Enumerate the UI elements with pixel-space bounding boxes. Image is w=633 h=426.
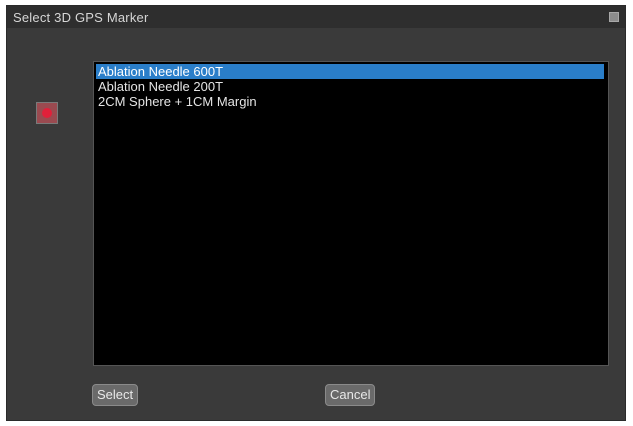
marker-icon <box>36 102 58 124</box>
marker-listbox[interactable]: Ablation Needle 600T Ablation Needle 200… <box>93 61 609 366</box>
title-bar: Select 3D GPS Marker <box>7 6 625 28</box>
cancel-button[interactable]: Cancel <box>325 384 376 406</box>
dialog-title: Select 3D GPS Marker <box>13 10 149 25</box>
close-icon[interactable] <box>609 12 619 22</box>
list-item-ablation-needle-200t[interactable]: Ablation Needle 200T <box>96 79 223 94</box>
select-marker-dialog: Select 3D GPS Marker Ablation Needle 600… <box>6 5 626 421</box>
list-item-2cm-sphere[interactable]: 2CM Sphere + 1CM Margin <box>96 94 257 109</box>
select-button[interactable]: Select <box>92 384 139 406</box>
list-item-ablation-needle-600t[interactable]: Ablation Needle 600T <box>96 64 604 79</box>
